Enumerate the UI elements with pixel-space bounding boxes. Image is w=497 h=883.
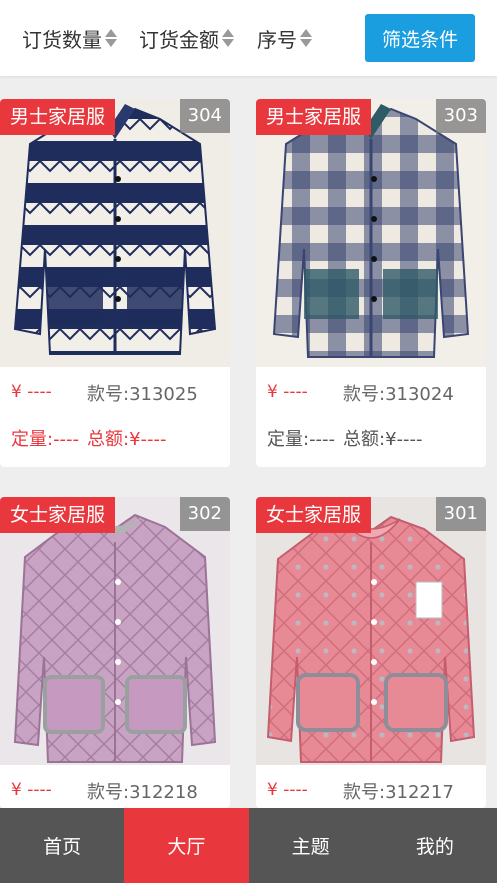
sort-label: 订货金额 (139, 27, 219, 52)
category-tag: 男士家居服 (256, 99, 372, 135)
sort-by-quantity[interactable]: 订货数量 (22, 22, 117, 54)
style-code: 款号:313025 (87, 384, 198, 405)
serial-number-badge: 303 (435, 99, 486, 133)
product-image (256, 497, 486, 765)
sort-by-amount[interactable]: 订货金额 (139, 22, 234, 54)
product-card[interactable]: 女士家居服 302 ¥ ---- 款号:312218 (0, 497, 230, 808)
sort-arrows-icon (222, 29, 234, 47)
sort-label: 序号 (257, 27, 297, 52)
nav-home[interactable]: 首页 (0, 808, 124, 883)
price: ¥ ---- (11, 780, 52, 800)
product-image (0, 99, 230, 367)
serial-number-badge: 302 (179, 497, 230, 531)
nav-theme[interactable]: 主题 (249, 808, 373, 883)
sort-bar: 订货数量 订货金额 序号 筛选条件 (0, 0, 497, 76)
filter-button[interactable]: 筛选条件 (365, 14, 475, 62)
jacket-image (0, 497, 230, 765)
product-card[interactable]: 女士家居服 301 ¥ ---- 款号:312217 (256, 497, 486, 808)
order-total: 总额:¥---- (87, 429, 167, 450)
serial-number-badge: 301 (435, 497, 486, 531)
product-image (0, 497, 230, 765)
nav-mine[interactable]: 我的 (373, 808, 497, 883)
bottom-nav: 首页 大厅 主题 我的 (0, 808, 497, 883)
sort-arrows-icon (300, 29, 312, 47)
product-image (256, 99, 486, 367)
nav-hall[interactable]: 大厅 (124, 808, 249, 883)
category-tag: 男士家居服 (0, 99, 116, 135)
order-total: 总额:¥---- (343, 429, 423, 450)
price: ¥ ---- (267, 780, 308, 800)
serial-number-badge: 304 (179, 99, 230, 133)
category-tag: 女士家居服 (0, 497, 116, 533)
price: ¥ ---- (267, 382, 308, 402)
product-card[interactable]: 男士家居服 303 ¥ ---- 款号:313024 定量:---- 总额:¥-… (256, 99, 486, 467)
jacket-image (256, 99, 486, 367)
style-code: 款号:312218 (87, 782, 198, 803)
order-quantity: 定量:---- (11, 429, 80, 450)
product-card[interactable]: 男士家居服 304 ¥ ---- 款号:313025 定量:---- 总额:¥-… (0, 99, 230, 467)
price: ¥ ---- (11, 382, 52, 402)
sort-by-serial[interactable]: 序号 (257, 22, 312, 54)
sort-label: 订货数量 (22, 27, 102, 52)
category-tag: 女士家居服 (256, 497, 372, 533)
jacket-image (0, 99, 230, 367)
sort-arrows-icon (105, 29, 117, 47)
order-quantity: 定量:---- (267, 429, 336, 450)
style-code: 款号:313024 (343, 384, 454, 405)
style-code: 款号:312217 (343, 782, 454, 803)
jacket-image (256, 497, 486, 765)
